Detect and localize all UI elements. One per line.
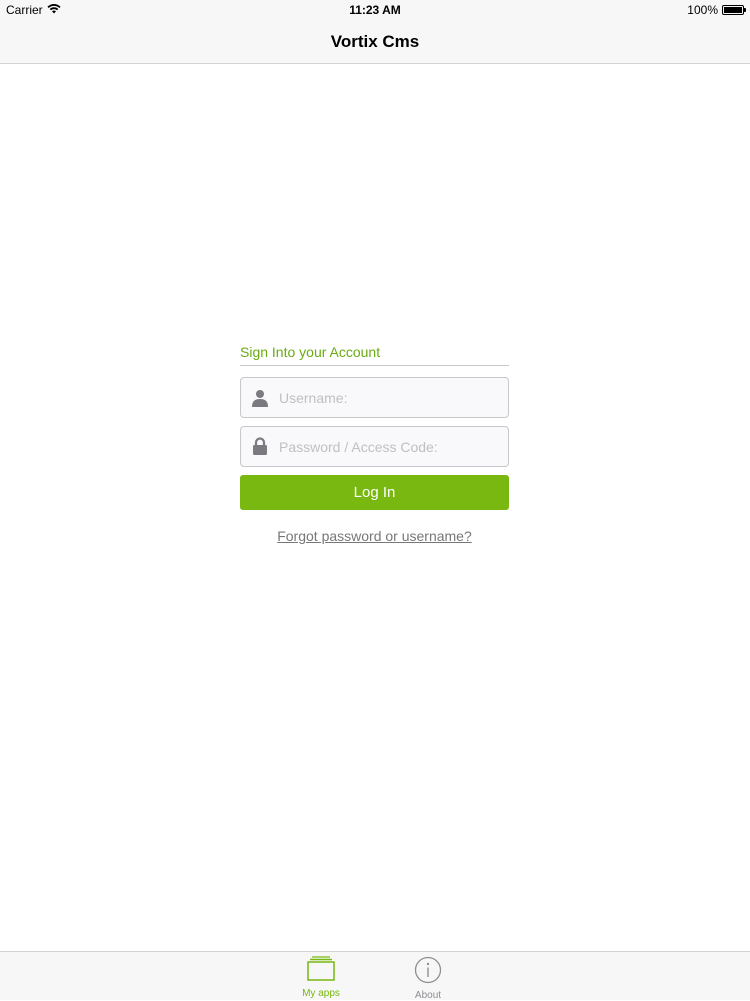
- battery-fill: [724, 7, 742, 13]
- tab-label-my-apps: My apps: [302, 988, 340, 999]
- page-title: Vortix Cms: [330, 32, 420, 51]
- username-field[interactable]: [240, 377, 509, 418]
- username-input[interactable]: [279, 378, 508, 417]
- tab-bar: My apps About: [0, 951, 750, 1001]
- navigation-bar: Vortix Cms: [0, 20, 750, 64]
- info-icon: [413, 956, 443, 987]
- user-icon: [241, 378, 279, 417]
- status-right: 100%: [687, 3, 746, 17]
- login-form: Sign Into your Account Log In Forgot pas…: [240, 340, 509, 544]
- login-button[interactable]: Log In: [240, 475, 509, 510]
- battery-icon: [722, 5, 746, 15]
- status-bar: Carrier 11:23 AM 100%: [0, 0, 750, 20]
- password-input[interactable]: [279, 427, 508, 466]
- folder-icon: [306, 956, 336, 985]
- forgot-password-link[interactable]: Forgot password or username?: [240, 528, 509, 544]
- login-heading: Sign Into your Account: [240, 340, 509, 366]
- lock-icon: [241, 427, 279, 466]
- battery-percent: 100%: [687, 3, 718, 17]
- tab-label-about: About: [414, 990, 442, 1001]
- tab-my-apps[interactable]: My apps: [291, 956, 351, 999]
- status-time: 11:23 AM: [349, 3, 401, 17]
- tab-about[interactable]: About: [398, 956, 458, 1001]
- password-field[interactable]: [240, 426, 509, 467]
